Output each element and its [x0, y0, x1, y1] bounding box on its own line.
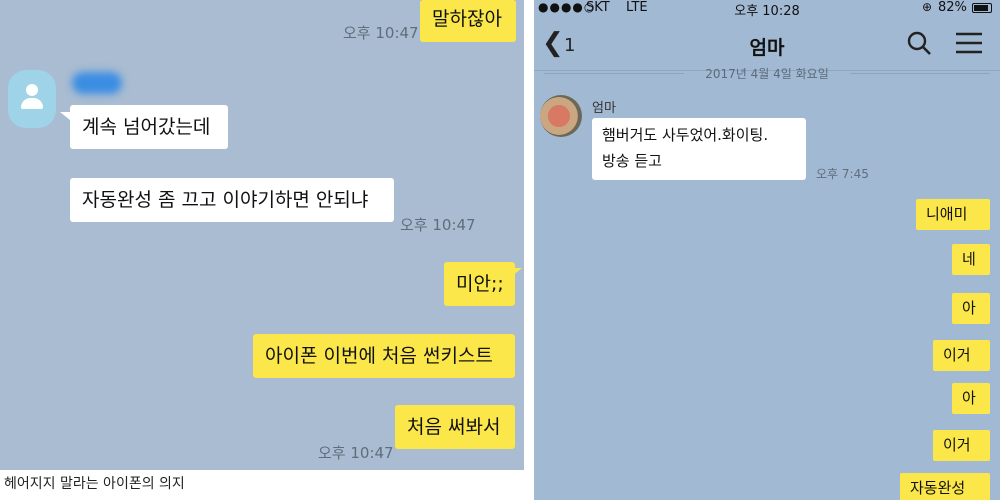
my-message-bubble[interactable]: 말하잖아 — [420, 0, 516, 42]
their-message-bubble[interactable]: 햄버거도 사두었어.화이팅. 방송 듣고 — [592, 118, 806, 180]
blurred-sender-name — [72, 72, 122, 94]
left-chat-area: 오후 10:47 말하잖아 계속 넘어갔는데 자동완성 좀 끄고 이야기하면 안… — [0, 0, 524, 470]
my-message-bubble[interactable]: 자동완성 — [900, 473, 990, 500]
sender-name: 엄마 — [592, 101, 616, 116]
right-chat-screenshot: ●●●●○ SKT LTE 오후 10:28 ⊕ 82% ❮ 1 엄마 2017… — [534, 0, 1000, 500]
status-bar: ●●●●○ SKT LTE 오후 10:28 ⊕ 82% — [534, 0, 1000, 19]
panel-divider — [524, 0, 534, 500]
chat-header: ❮ 1 엄마 — [534, 18, 1000, 71]
image-caption: 헤어지지 말라는 아이폰의 의지 — [0, 470, 524, 500]
message-line: 방송 듣고 — [602, 152, 662, 170]
their-message-bubble[interactable]: 계속 넘어갔는데 — [70, 105, 228, 149]
my-message-bubble[interactable]: 네 — [952, 244, 990, 275]
my-message-bubble[interactable]: 아 — [952, 293, 990, 324]
message-timestamp: 오후 10:47 — [400, 216, 476, 234]
bubble-tail — [60, 112, 70, 120]
message-timestamp: 오후 10:47 — [343, 24, 419, 42]
message-timestamp: 오후 7:45 — [816, 167, 869, 181]
default-profile-avatar-icon[interactable] — [8, 70, 56, 128]
my-message-bubble[interactable]: 아 — [952, 383, 990, 414]
battery-icon — [972, 3, 992, 13]
my-message-bubble[interactable]: 아이폰 이번에 처음 썬키스트 — [253, 334, 515, 378]
date-divider: 2017년 4월 4일 화요일 — [705, 67, 829, 81]
my-message-bubble[interactable]: 이거 — [933, 430, 990, 461]
my-message-bubble[interactable]: 처음 써봐서 — [395, 405, 515, 449]
search-icon[interactable] — [906, 30, 932, 56]
orientation-lock-icon: ⊕ — [922, 0, 933, 14]
message-timestamp: 오후 10:47 — [318, 444, 394, 462]
left-chat-screenshot: 오후 10:47 말하잖아 계속 넘어갔는데 자동완성 좀 끄고 이야기하면 안… — [0, 0, 524, 500]
my-message-bubble[interactable]: 이거 — [933, 340, 990, 371]
menu-icon[interactable] — [956, 32, 982, 54]
bubble-tail — [512, 268, 522, 276]
message-line: 햄버거도 사두었어.화이팅. — [602, 126, 769, 144]
my-message-bubble[interactable]: 미안;; — [444, 262, 515, 306]
battery-percent: 82% — [938, 0, 967, 15]
sender-avatar[interactable] — [540, 95, 582, 137]
my-message-bubble[interactable]: 니애미 — [916, 199, 990, 230]
their-message-bubble[interactable]: 자동완성 좀 끄고 이야기하면 안되냐 — [70, 178, 394, 222]
